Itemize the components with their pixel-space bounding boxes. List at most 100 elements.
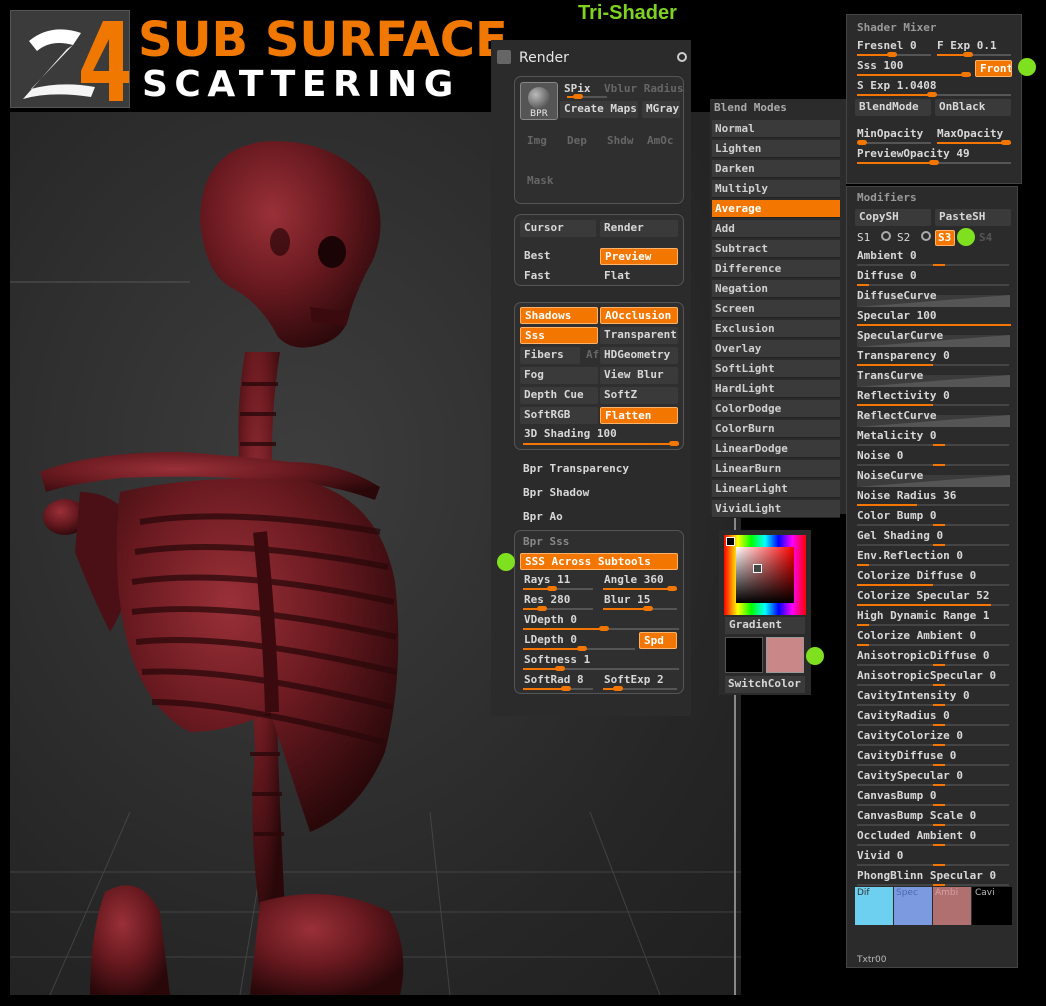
refresh-icon[interactable] bbox=[677, 52, 687, 62]
softrad-slider[interactable]: SoftRad 8 bbox=[520, 672, 588, 689]
pastesh-button[interactable]: PasteSH bbox=[935, 209, 1011, 226]
f-exp-slider[interactable]: F Exp 0.1 bbox=[937, 39, 997, 52]
create-maps-button[interactable]: Create Maps bbox=[560, 101, 638, 118]
softrgb-button[interactable]: SoftRGB bbox=[520, 407, 598, 424]
flat-button[interactable]: Flat bbox=[600, 268, 635, 285]
bpr-shadow-header[interactable]: Bpr Shadow bbox=[523, 486, 589, 499]
palette-icon[interactable] bbox=[497, 50, 511, 64]
shadows-button[interactable]: Shadows bbox=[520, 307, 598, 324]
modifier-row[interactable]: Noise Radius 36 bbox=[857, 489, 956, 502]
modifier-row[interactable]: Ambient 0 bbox=[857, 249, 917, 262]
s1-radio[interactable] bbox=[881, 231, 891, 241]
s3-radio[interactable]: S3 bbox=[935, 230, 955, 246]
modifier-row[interactable]: Colorize Ambient 0 bbox=[857, 629, 976, 642]
modifier-row[interactable]: TransCurve bbox=[857, 369, 923, 382]
angle-slider[interactable]: Angle 360 bbox=[600, 572, 668, 589]
modifier-row[interactable]: AnisotropicDiffuse 0 bbox=[857, 649, 989, 662]
specular-swatch[interactable]: Spec bbox=[894, 887, 932, 925]
texture-slot[interactable]: Txtr00 bbox=[857, 955, 887, 965]
mgray-button[interactable]: MGray bbox=[642, 101, 680, 118]
vblur-radius-slider[interactable]: Vblur Radius bbox=[600, 81, 687, 98]
3d-shading-slider[interactable]: 3D Shading 100 bbox=[520, 426, 621, 443]
softexp-slider[interactable]: SoftExp 2 bbox=[600, 672, 668, 689]
blend-mode-item[interactable]: ColorDodge bbox=[712, 400, 840, 418]
modifier-row[interactable]: Noise 0 bbox=[857, 449, 903, 462]
sss-button[interactable]: Sss bbox=[520, 327, 598, 344]
render-button[interactable]: Render bbox=[600, 220, 678, 237]
modifier-row[interactable]: NoiseCurve bbox=[857, 469, 923, 482]
view-blur-button[interactable]: View Blur bbox=[600, 367, 678, 384]
switch-color-button[interactable]: SwitchColor bbox=[725, 676, 805, 693]
dep-button[interactable]: Dep bbox=[563, 133, 591, 150]
blend-mode-item[interactable]: Subtract bbox=[712, 240, 840, 258]
blend-mode-item[interactable]: ColorBurn bbox=[712, 420, 840, 438]
aocclusion-button[interactable]: AOcclusion bbox=[600, 307, 678, 324]
blend-mode-item[interactable]: Normal bbox=[712, 120, 840, 138]
mask-button[interactable]: Mask bbox=[523, 173, 558, 190]
blend-mode-item[interactable]: LinearDodge bbox=[712, 440, 840, 458]
modifier-row[interactable]: ReflectCurve bbox=[857, 409, 936, 422]
secondary-color-swatch[interactable] bbox=[766, 637, 804, 673]
hue-ring[interactable] bbox=[724, 535, 806, 615]
onblack-button[interactable]: OnBlack bbox=[935, 99, 1011, 116]
modifier-row[interactable]: CavityRadius 0 bbox=[857, 709, 950, 722]
modifier-row[interactable]: CavityIntensity 0 bbox=[857, 689, 970, 702]
fog-button[interactable]: Fog bbox=[520, 367, 598, 384]
vdepth-slider[interactable]: VDepth 0 bbox=[520, 612, 581, 629]
blend-mode-item[interactable]: Negation bbox=[712, 280, 840, 298]
modifier-row[interactable]: Occluded Ambient 0 bbox=[857, 829, 976, 842]
previewopacity-slider[interactable]: PreviewOpacity 49 bbox=[857, 147, 970, 160]
blend-mode-item[interactable]: HardLight bbox=[712, 380, 840, 398]
preview-button[interactable]: Preview bbox=[600, 248, 678, 265]
modifier-row[interactable]: High Dynamic Range 1 bbox=[857, 609, 989, 622]
copysh-button[interactable]: CopySH bbox=[855, 209, 931, 226]
blend-mode-item-selected[interactable]: Average bbox=[712, 200, 840, 218]
modifier-row[interactable]: DiffuseCurve bbox=[857, 289, 936, 302]
depth-cue-button[interactable]: Depth Cue bbox=[520, 387, 598, 404]
modifier-row[interactable]: Metalicity 0 bbox=[857, 429, 936, 442]
gradient-button[interactable]: Gradient bbox=[725, 617, 805, 634]
blend-mode-item[interactable]: Exclusion bbox=[712, 320, 840, 338]
blend-mode-item[interactable]: Difference bbox=[712, 260, 840, 278]
modifier-row[interactable]: Env.Reflection 0 bbox=[857, 549, 963, 562]
modifier-row[interactable]: SpecularCurve bbox=[857, 329, 943, 342]
softz-button[interactable]: SoftZ bbox=[600, 387, 678, 404]
blend-mode-item[interactable]: SoftLight bbox=[712, 360, 840, 378]
hdgeometry-button[interactable]: HDGeometry bbox=[600, 347, 678, 364]
bpr-button[interactable]: BPR bbox=[520, 82, 558, 120]
bpr-ao-header[interactable]: Bpr Ao bbox=[523, 510, 563, 523]
ambient-swatch[interactable]: Ambi bbox=[933, 887, 971, 925]
modifier-row[interactable]: CavityDiffuse 0 bbox=[857, 749, 956, 762]
hue-cursor[interactable] bbox=[726, 537, 735, 546]
maxopacity-slider[interactable]: MaxOpacity bbox=[937, 127, 1003, 140]
flatten-button[interactable]: Flatten bbox=[600, 407, 678, 424]
amoc-button[interactable]: AmOc bbox=[643, 133, 678, 150]
blend-mode-item[interactable]: Screen bbox=[712, 300, 840, 318]
transparent-button[interactable]: Transparent bbox=[600, 327, 678, 344]
color-square[interactable] bbox=[736, 547, 794, 603]
sss-across-subtools-button[interactable]: SSS Across Subtools bbox=[520, 553, 678, 570]
modifier-row[interactable]: Colorize Diffuse 0 bbox=[857, 569, 976, 582]
fresnel-slider[interactable]: Fresnel 0 bbox=[857, 39, 917, 52]
minopacity-slider[interactable]: MinOpacity bbox=[857, 127, 923, 140]
fast-button[interactable]: Fast bbox=[520, 268, 555, 285]
ldepth-slider[interactable]: LDepth 0 bbox=[520, 632, 581, 649]
spd-button[interactable]: Spd bbox=[639, 632, 677, 649]
blend-mode-item[interactable]: Add bbox=[712, 220, 840, 238]
modifier-row[interactable]: PhongBlinn Specular 0 bbox=[857, 869, 996, 882]
img-button[interactable]: Img bbox=[523, 133, 551, 150]
modifier-row[interactable]: Transparency 0 bbox=[857, 349, 950, 362]
shdw-button[interactable]: Shdw bbox=[603, 133, 638, 150]
res-slider[interactable]: Res 280 bbox=[520, 592, 574, 609]
modifier-row[interactable]: CanvasBump Scale 0 bbox=[857, 809, 976, 822]
s-exp-slider[interactable]: S Exp 1.0408 bbox=[857, 79, 936, 92]
blend-mode-item[interactable]: VividLight bbox=[712, 500, 840, 518]
modifier-row[interactable]: AnisotropicSpecular 0 bbox=[857, 669, 996, 682]
modifier-row[interactable]: Reflectivity 0 bbox=[857, 389, 950, 402]
diffuse-swatch[interactable]: Dif bbox=[855, 887, 893, 925]
cavity-swatch[interactable]: Cavi bbox=[972, 887, 1012, 925]
modifier-row[interactable]: Color Bump 0 bbox=[857, 509, 936, 522]
blend-mode-item[interactable]: Darken bbox=[712, 160, 840, 178]
modifier-row[interactable]: Diffuse 0 bbox=[857, 269, 917, 282]
modifier-row[interactable]: CanvasBump 0 bbox=[857, 789, 936, 802]
